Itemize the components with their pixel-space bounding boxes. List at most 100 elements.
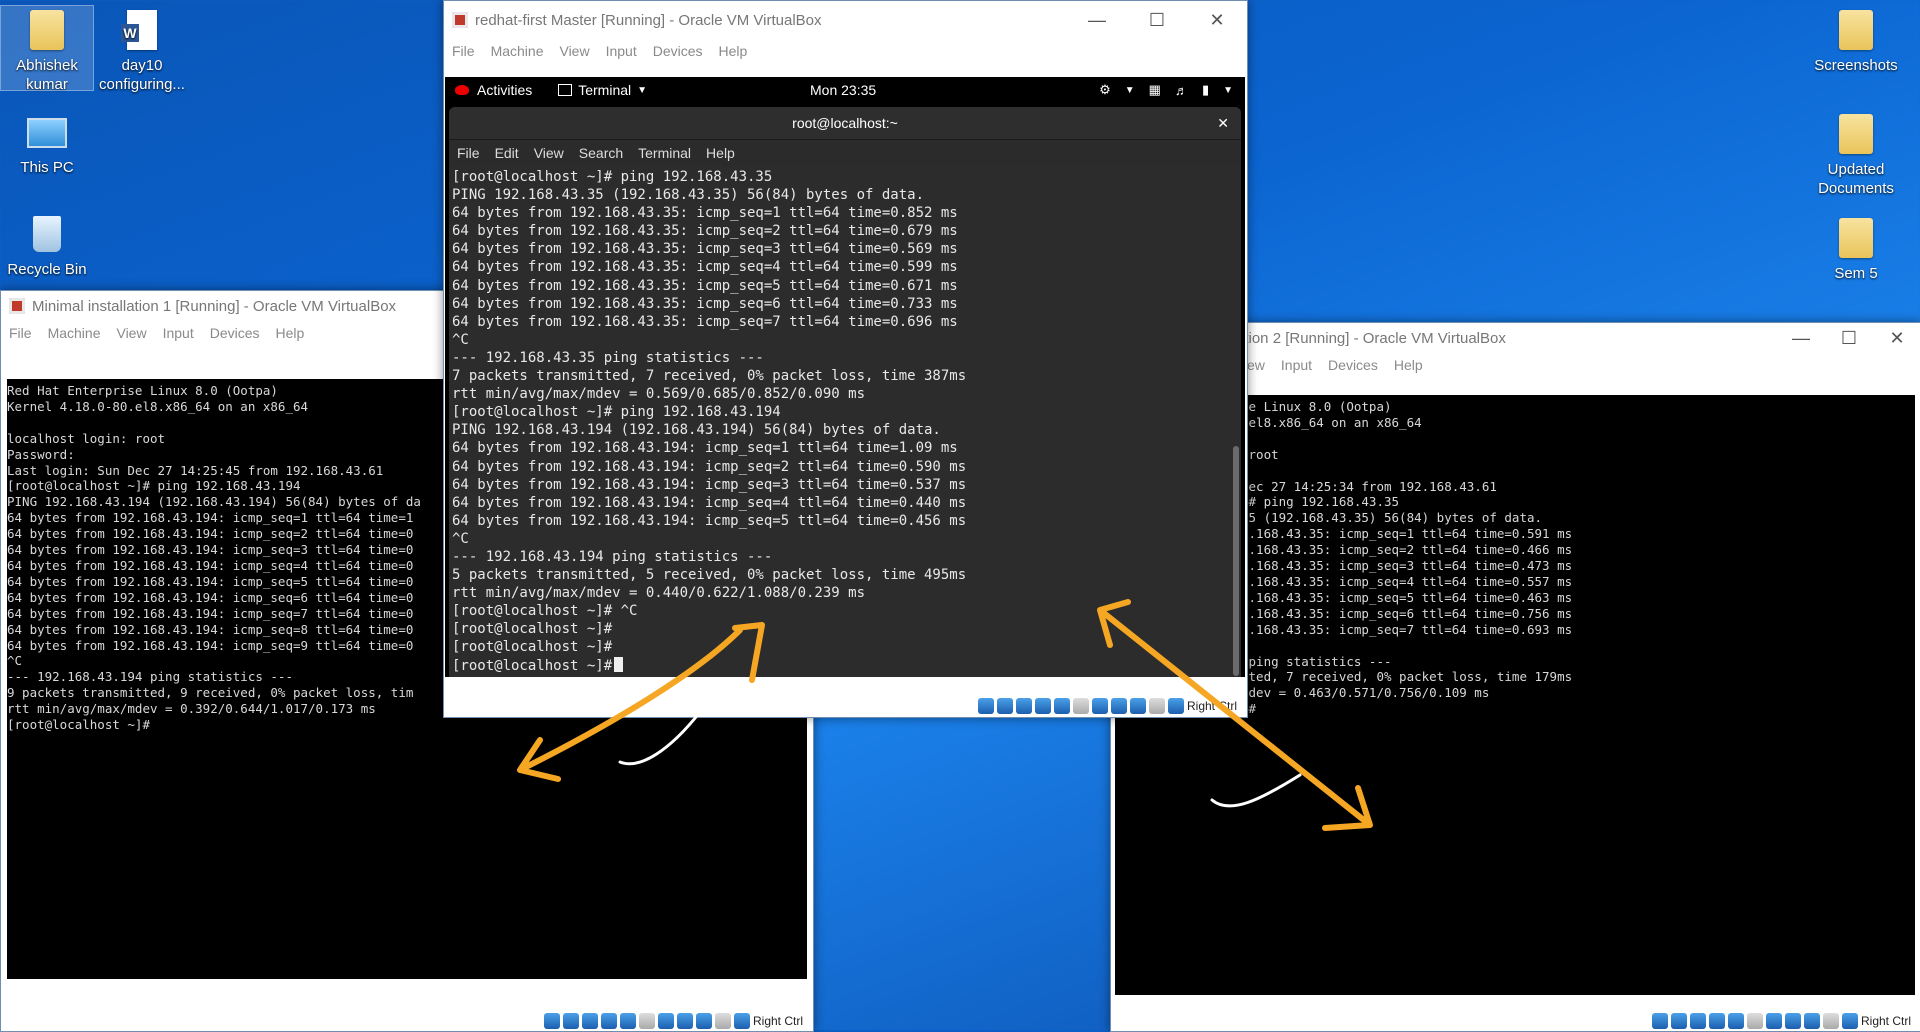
menu-devices[interactable]: Devices [210,325,260,341]
usb-icon[interactable] [1727,1013,1744,1029]
terminal-line: 64 bytes from 192.168.43.35: icmp_seq=6 … [452,295,958,312]
menu-machine[interactable]: Machine [48,325,101,341]
mouse-integration-icon[interactable] [714,1013,731,1029]
console-line: root [1241,446,1279,462]
network-icon[interactable] [1708,1013,1725,1029]
desktop-icon-screenshots[interactable]: Screenshots [1806,6,1906,75]
optical-drive-icon[interactable] [1670,1013,1687,1029]
maximize-button[interactable]: ☐ [1127,10,1187,31]
terminal-menu-view[interactable]: View [534,145,564,161]
terminal-menu-help[interactable]: Help [706,145,735,161]
volume-icon[interactable]: ♬ [1175,83,1188,98]
menu-help[interactable]: Help [1394,357,1423,373]
menu-devices[interactable]: Devices [1328,357,1378,373]
desktop-icon-label: Recycle Bin [7,261,87,278]
terminal-body[interactable]: [root@localhost ~]# ping 192.168.43.35 PI… [449,166,1241,677]
center-vm-window[interactable]: redhat-first Master [Running] - Oracle V… [443,0,1248,718]
hdd-icon[interactable] [543,1013,560,1029]
mouse-integration-icon[interactable] [1822,1013,1839,1029]
close-button[interactable]: ✕ [1873,328,1920,349]
system-tray[interactable]: ⚙ ▼ ▦ ♬ ▮ ▼ [1099,82,1233,98]
app-menu[interactable]: Terminal ▼ [558,82,647,98]
virtualization-icon[interactable] [1129,698,1146,714]
menu-view[interactable]: View [559,43,589,59]
keyboard-arrow-icon[interactable] [733,1013,750,1029]
optical-drive-icon[interactable] [996,698,1013,714]
app-menu-label: Terminal [578,82,632,98]
desktop-icon-abhishek-kumar[interactable]: Abhishek kumar [0,5,94,93]
close-icon[interactable]: ✕ [1217,115,1229,132]
shared-folder-icon[interactable] [1746,1013,1763,1029]
recording-icon[interactable] [1784,1013,1801,1029]
display-icon[interactable] [657,1013,674,1029]
audio-icon[interactable] [1015,698,1032,714]
menu-help[interactable]: Help [276,325,305,341]
recording-icon[interactable] [1110,698,1127,714]
window-title: ation 2 [Running] - Oracle VM VirtualBox [1236,329,1506,347]
scrollbar[interactable] [1233,446,1239,676]
desktop-icon-day10[interactable]: W day10 configuring... [96,6,188,94]
close-button[interactable]: ✕ [1187,10,1247,31]
activities-button[interactable]: Activities [455,82,532,98]
gnome-top-bar: Activities Terminal ▼ Mon 23:35 ⚙ ▼ ▦ ♬ … [445,77,1245,103]
menu-file[interactable]: File [9,325,32,341]
menu-file[interactable]: File [452,43,475,59]
usb-icon[interactable] [1053,698,1070,714]
host-key-label: Right Ctrl [1860,1014,1911,1028]
optical-drive-icon[interactable] [562,1013,579,1029]
virtualization-icon[interactable] [695,1013,712,1029]
terminal-title: root@localhost:~ [792,115,898,131]
menu-machine[interactable]: Machine [491,43,544,59]
mouse-integration-icon[interactable] [1148,698,1165,714]
minimize-button[interactable]: — [1777,328,1825,349]
desktop-icon-this-pc[interactable]: This PC [1,110,93,177]
virtualization-icon[interactable] [1803,1013,1820,1029]
terminal-menu-edit[interactable]: Edit [495,145,519,161]
desktop-icon-sem5[interactable]: Sem 5 [1806,214,1906,283]
keyboard-arrow-icon[interactable] [1841,1013,1858,1029]
menu-input[interactable]: Input [606,43,637,59]
menu-devices[interactable]: Devices [653,43,703,59]
recording-icon[interactable] [676,1013,693,1029]
terminal-menu-file[interactable]: File [457,145,480,161]
menu-help[interactable]: Help [719,43,748,59]
hdd-icon[interactable] [1651,1013,1668,1029]
terminal-line: PING 192.168.43.35 (192.168.43.35) 56(84… [452,187,925,204]
terminal-menu-search[interactable]: Search [579,145,623,161]
vm-guest-screen[interactable]: Activities Terminal ▼ Mon 23:35 ⚙ ▼ ▦ ♬ … [445,77,1245,677]
audio-icon[interactable] [581,1013,598,1029]
battery-icon[interactable]: ▮ [1202,82,1209,98]
keyboard-arrow-icon[interactable] [1167,698,1184,714]
display-icon[interactable] [1765,1013,1782,1029]
terminal-line: 64 bytes from 192.168.43.35: icmp_seq=3 … [452,241,958,258]
menu-view[interactable]: View [116,325,146,341]
network-wired-icon[interactable]: ▦ [1149,82,1161,98]
activities-label: Activities [477,82,533,98]
window-titlebar[interactable]: redhat-first Master [Running] - Oracle V… [444,1,1247,39]
usb-icon[interactable] [619,1013,636,1029]
hdd-icon[interactable] [977,698,994,714]
menu-input[interactable]: Input [1281,357,1312,373]
terminal-menu-terminal[interactable]: Terminal [638,145,691,161]
minimize-button[interactable]: — [1067,10,1127,31]
console-line: 2.168.43.35: icmp_seq=3 ttl=64 time=0.47… [1241,558,1573,574]
clock[interactable]: Mon 23:35 [810,82,876,98]
terminal-line: [root@localhost ~]# [452,656,1241,675]
audio-icon[interactable] [1689,1013,1706,1029]
vb-statusbar: Right Ctrl [543,1013,803,1029]
network-icon[interactable] [600,1013,617,1029]
accessibility-icon[interactable]: ⚙ [1099,82,1111,98]
network-icon[interactable] [1034,698,1051,714]
maximize-button[interactable]: ☐ [1825,328,1873,349]
terminal-titlebar[interactable]: root@localhost:~ ✕ [449,107,1241,140]
terminal-window[interactable]: root@localhost:~ ✕ File Edit View Search… [449,107,1241,677]
menu-input[interactable]: Input [163,325,194,341]
desktop-icon-recycle-bin[interactable]: Recycle Bin [1,210,93,279]
terminal-line: [root@localhost ~]# ping 192.168.43.194 [452,404,781,421]
shared-folder-icon[interactable] [1072,698,1089,714]
shared-folder-icon[interactable] [638,1013,655,1029]
console-line: tted, 7 received, 0% packet loss, time 1… [1241,669,1573,685]
desktop-icon-updated-documents[interactable]: Updated Documents [1806,110,1906,198]
display-icon[interactable] [1091,698,1108,714]
menu-view[interactable]: ew [1247,357,1265,373]
